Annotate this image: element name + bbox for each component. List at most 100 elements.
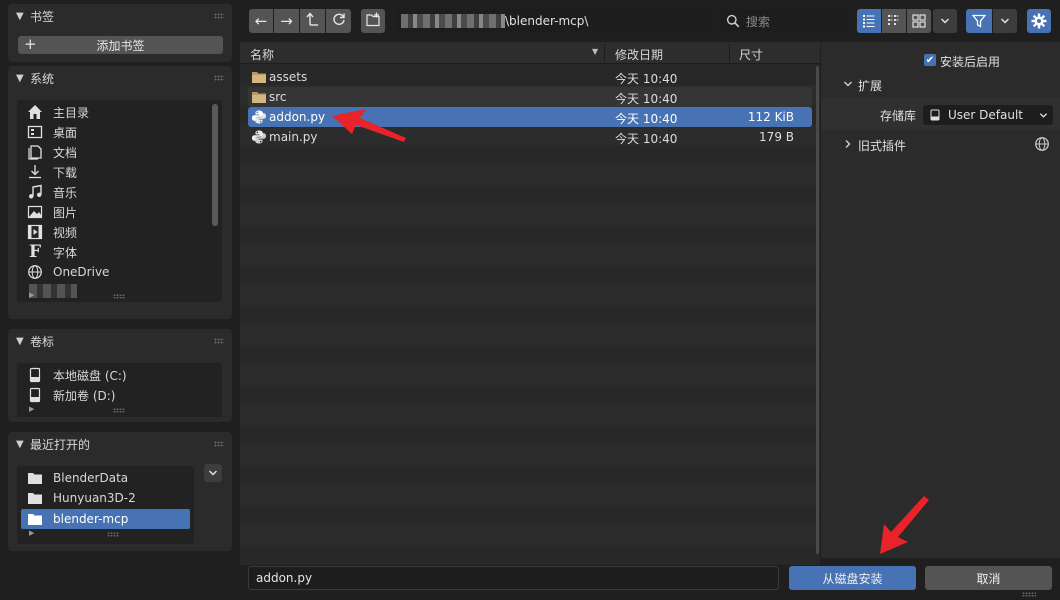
filename-input[interactable]: addon.py <box>248 566 779 590</box>
music-icon <box>27 184 43 200</box>
row-stripe <box>240 345 820 365</box>
extensions-section-header[interactable]: 扩展 <box>821 74 1060 94</box>
drag-handle-icon[interactable] <box>214 338 224 344</box>
file-row-assets[interactable]: assets 今天 10:40 <box>248 67 812 87</box>
row-stripe <box>240 505 820 525</box>
chevron-right-icon <box>845 140 851 148</box>
redacted-path <box>401 14 505 28</box>
row-stripe <box>240 185 820 205</box>
sort-descending-icon[interactable]: ▼ <box>592 47 598 56</box>
file-date: 今天 10:40 <box>615 72 678 86</box>
back-button[interactable]: ← <box>249 9 273 33</box>
folder-icon <box>27 470 43 486</box>
sidebar-item-documents[interactable]: 文档 <box>17 142 222 162</box>
view-horizontal-list-button[interactable] <box>882 9 906 33</box>
cancel-button[interactable]: 取消 <box>925 566 1052 590</box>
recent-dropdown-button[interactable] <box>204 464 222 482</box>
refresh-button[interactable] <box>326 9 351 33</box>
chevron-down-icon <box>1039 113 1048 118</box>
system-panel: ▼ 系统 主目录 桌面 文档 下载 音乐 图片 视频 F 字体 OneDrive… <box>8 66 232 319</box>
enable-after-install-label[interactable]: 安装后启用 <box>940 53 1000 70</box>
column-size-header[interactable]: 尺寸 <box>739 46 763 63</box>
expand-arrow-icon[interactable]: ▶ <box>29 291 34 299</box>
annotation-arrow-icon <box>332 109 406 142</box>
sidebar-item-blender-mcp[interactable]: blender-mcp <box>21 509 190 529</box>
sidebar-item-home[interactable]: 主目录 <box>17 102 222 122</box>
filename-value: addon.py <box>256 571 313 585</box>
file-name: src <box>269 90 287 104</box>
file-date: 今天 10:40 <box>615 92 678 106</box>
volumes-list: 本地磁盘 (C:) 新加卷 (D:) ▶ <box>17 363 222 417</box>
settings-button[interactable] <box>1027 9 1051 33</box>
display-settings-dropdown[interactable] <box>933 9 957 33</box>
expand-arrow-icon[interactable]: ▶ <box>29 405 34 413</box>
parent-directory-button[interactable] <box>300 9 325 33</box>
resize-grip-icon[interactable] <box>107 532 119 537</box>
recent-header[interactable]: ▼ 最近打开的 <box>8 432 232 456</box>
install-from-disk-label: 从磁盘安装 <box>822 571 883 586</box>
row-stripe <box>240 545 820 565</box>
view-vertical-list-button[interactable] <box>857 9 881 33</box>
enable-after-install-checkbox[interactable]: ✔ <box>924 54 936 66</box>
sidebar-item-music[interactable]: 音乐 <box>17 182 222 202</box>
sidebar-item-blenderdata[interactable]: BlenderData <box>17 468 194 488</box>
scrollbar[interactable] <box>212 104 218 226</box>
corner-resize-grip-icon[interactable] <box>1022 592 1036 597</box>
sidebar-item-downloads[interactable]: 下载 <box>17 162 222 182</box>
row-stripe <box>240 305 820 325</box>
row-stripe <box>240 465 820 485</box>
extensions-section-body: 存储库 User Default <box>821 98 1060 130</box>
sidebar-item-pictures[interactable]: 图片 <box>17 202 222 222</box>
sidebar-item-label: 文档 <box>53 145 78 160</box>
drag-handle-icon[interactable] <box>214 441 224 447</box>
legacy-addons-section-header[interactable]: 旧式插件 <box>821 134 1060 154</box>
install-from-disk-button[interactable]: 从磁盘安装 <box>789 566 916 590</box>
bookmarks-header[interactable]: ▼ 书签 <box>8 4 232 28</box>
expand-arrow-icon[interactable]: ▶ <box>29 529 34 537</box>
repository-value: User Default <box>948 108 1024 122</box>
column-date-header[interactable]: 修改日期 <box>615 46 663 63</box>
filter-options-dropdown[interactable] <box>993 9 1017 33</box>
column-divider[interactable] <box>729 44 730 62</box>
scrollbar-thumb[interactable] <box>212 104 218 226</box>
file-list-scrollbar[interactable] <box>816 66 819 554</box>
file-name: main.py <box>269 130 318 144</box>
view-thumbnails-button[interactable] <box>907 9 931 33</box>
file-row-src[interactable]: src 今天 10:40 <box>248 87 812 107</box>
disk-icon <box>930 109 940 121</box>
drag-handle-icon[interactable] <box>214 75 224 81</box>
row-stripe <box>240 525 820 545</box>
folder-icon <box>252 72 266 83</box>
filter-toggle-button[interactable] <box>966 9 992 33</box>
drag-handle-icon[interactable] <box>214 13 224 19</box>
sidebar-item-label: 新加卷 (D:) <box>53 388 116 403</box>
sidebar-item-desktop[interactable]: 桌面 <box>17 122 222 142</box>
resize-grip-icon[interactable] <box>113 294 125 299</box>
forward-button[interactable]: → <box>274 9 299 33</box>
sidebar-item-hunyuan3d[interactable]: Hunyuan3D-2 <box>17 488 194 508</box>
system-header[interactable]: ▼ 系统 <box>8 66 232 90</box>
sidebar-item-onedrive[interactable]: OneDrive <box>17 262 222 282</box>
search-input[interactable]: 搜索 <box>720 9 849 33</box>
sidebar-item-drive-d[interactable]: 新加卷 (D:) <box>17 385 222 405</box>
row-stripe <box>240 445 820 465</box>
column-header: 名称 ▼ 修改日期 尺寸 <box>240 42 820 64</box>
sidebar-item-videos[interactable]: 视频 <box>17 222 222 242</box>
add-bookmark-button[interactable]: + 添加书签 <box>18 35 223 54</box>
new-folder-button[interactable] <box>361 9 385 33</box>
repository-dropdown[interactable]: User Default <box>923 105 1053 125</box>
column-name-header[interactable]: 名称 <box>250 46 274 63</box>
row-stripe <box>240 165 820 185</box>
sidebar-item-drive-c[interactable]: 本地磁盘 (C:) <box>17 365 222 385</box>
plus-icon: + <box>24 35 37 53</box>
column-divider[interactable] <box>604 44 605 62</box>
volumes-panel: ▼ 卷标 本地磁盘 (C:) 新加卷 (D:) ▶ <box>8 329 232 422</box>
row-stripe <box>240 225 820 245</box>
resize-grip-icon[interactable] <box>113 408 125 413</box>
directory-path-input[interactable]: \blender-mcp\ <box>395 9 712 33</box>
globe-icon[interactable] <box>1034 136 1050 152</box>
sidebar-item-fonts[interactable]: F 字体 <box>17 242 222 262</box>
arrow-right-icon: → <box>280 12 293 30</box>
python-icon <box>252 110 266 124</box>
volumes-header[interactable]: ▼ 卷标 <box>8 329 232 353</box>
